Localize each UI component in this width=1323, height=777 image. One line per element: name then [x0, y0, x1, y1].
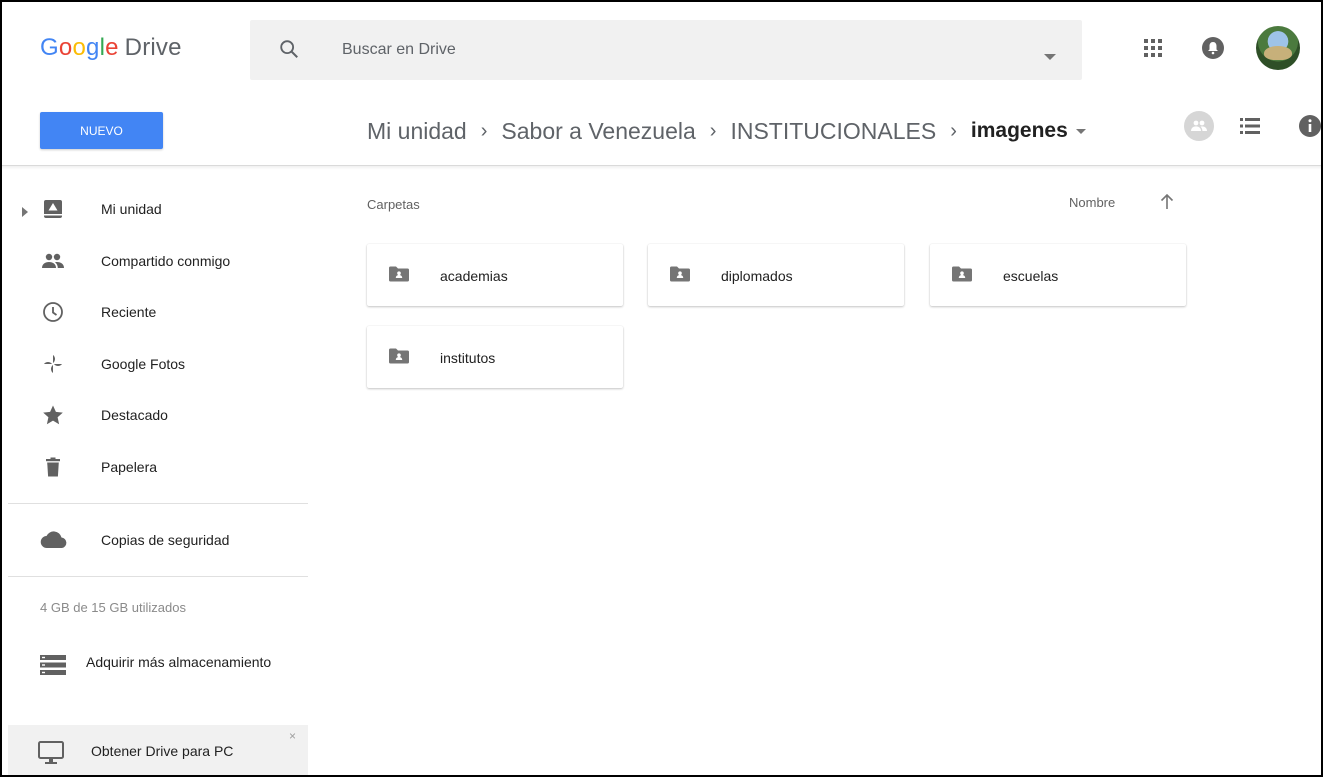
buy-storage-link[interactable]: Adquirir más almacenamiento — [0, 644, 308, 684]
notifications-icon[interactable] — [1201, 36, 1225, 65]
get-drive-for-pc-banner[interactable]: Obtener Drive para PC × — [8, 725, 308, 777]
folder-name: institutos — [440, 350, 496, 366]
my-drive-icon — [41, 197, 65, 221]
sidebar-item-label: Papelera — [101, 459, 158, 475]
list-view-icon[interactable] — [1240, 118, 1260, 139]
search-options-dropdown-icon[interactable] — [1044, 47, 1056, 65]
folder-name: escuelas — [1003, 268, 1059, 284]
photos-pinwheel-icon — [41, 352, 65, 376]
shared-folder-icon — [389, 348, 409, 369]
folder-card[interactable]: institutos — [367, 326, 623, 388]
google-drive-logo[interactable]: Google Drive — [40, 34, 182, 62]
breadcrumb-separator-icon: › — [950, 119, 957, 142]
buy-storage-label: Adquirir más almacenamiento — [86, 654, 272, 670]
sidebar-item-copias-de-seguridad[interactable]: Copias de seguridad — [0, 520, 308, 560]
breadcrumb-item-current[interactable]: imagenes — [971, 119, 1068, 143]
sidebar-item-destacado[interactable]: Destacado — [0, 395, 308, 435]
search-input[interactable]: Buscar en Drive — [342, 41, 456, 59]
logo-product-name: Drive — [124, 34, 182, 61]
search-bar[interactable]: Buscar en Drive — [250, 20, 1082, 80]
breadcrumb-item-mi-unidad[interactable]: Mi unidad — [367, 118, 467, 145]
sidebar-divider — [8, 576, 308, 577]
sidebar: Mi unidad Compartido conmigo Reciente Go… — [0, 167, 308, 777]
sidebar-item-papelera[interactable]: Papelera — [0, 447, 308, 487]
sidebar-item-label: Mi unidad — [101, 201, 162, 217]
folder-name: diplomados — [721, 268, 793, 284]
breadcrumb-item-institucionales[interactable]: INSTITUCIONALES — [730, 118, 936, 145]
close-icon[interactable]: × — [289, 729, 296, 743]
shared-folder-icon — [952, 266, 972, 287]
sidebar-item-label: Reciente — [101, 304, 157, 320]
app-header: Google Drive Buscar en Drive — [0, 0, 1323, 96]
sidebar-item-label: Compartido conmigo — [101, 253, 231, 269]
sidebar-item-label: Destacado — [101, 407, 168, 423]
section-title-folders: Carpetas — [367, 197, 420, 212]
breadcrumb: Mi unidad › Sabor a Venezuela › INSTITUC… — [367, 116, 1086, 146]
new-button[interactable]: NUEVO — [40, 112, 163, 149]
sidebar-item-reciente[interactable]: Reciente — [0, 292, 308, 332]
sort-ascending-arrow-icon[interactable] — [1160, 193, 1174, 215]
sidebar-item-google-fotos[interactable]: Google Fotos — [0, 344, 308, 384]
storage-usage-text: 4 GB de 15 GB utilizados — [40, 600, 186, 615]
shared-folder-icon — [389, 266, 409, 287]
folder-card[interactable]: diplomados — [648, 244, 904, 306]
cloud-icon — [39, 528, 69, 552]
expand-arrow-icon[interactable] — [22, 204, 28, 222]
storage-icon — [40, 654, 66, 681]
folder-menu-dropdown-icon[interactable] — [1075, 128, 1086, 134]
folder-card[interactable]: escuelas — [930, 244, 1186, 306]
folder-name: academias — [440, 268, 508, 284]
sidebar-item-mi-unidad[interactable]: Mi unidad — [0, 189, 308, 229]
sort-by-name-button[interactable]: Nombre — [1069, 195, 1115, 210]
get-drive-label: Obtener Drive para PC — [91, 743, 234, 759]
search-icon[interactable] — [278, 38, 300, 65]
sidebar-item-label: Copias de seguridad — [101, 532, 230, 548]
breadcrumb-separator-icon: › — [480, 119, 488, 142]
toolbar: NUEVO Mi unidad › Sabor a Venezuela › IN… — [0, 96, 1323, 166]
sidebar-divider — [8, 503, 308, 504]
shared-folder-icon[interactable] — [1184, 111, 1214, 141]
folder-card[interactable]: academias — [367, 244, 623, 306]
star-icon — [41, 403, 65, 427]
breadcrumb-separator-icon: › — [709, 119, 717, 142]
desktop-icon — [38, 741, 64, 770]
breadcrumb-item-sabor-a-venezuela[interactable]: Sabor a Venezuela — [501, 118, 695, 145]
shared-with-me-icon — [41, 249, 65, 273]
sidebar-item-compartido-conmigo[interactable]: Compartido conmigo — [0, 241, 308, 281]
account-avatar[interactable] — [1256, 26, 1300, 70]
clock-icon — [41, 300, 65, 324]
sidebar-item-label: Google Fotos — [101, 356, 186, 372]
shared-folder-icon — [670, 266, 690, 287]
main-content: Carpetas Nombre academias diplomados esc… — [310, 167, 1323, 777]
apps-grid-icon[interactable] — [1144, 39, 1162, 62]
trash-icon — [41, 455, 65, 479]
info-icon[interactable] — [1298, 114, 1322, 143]
